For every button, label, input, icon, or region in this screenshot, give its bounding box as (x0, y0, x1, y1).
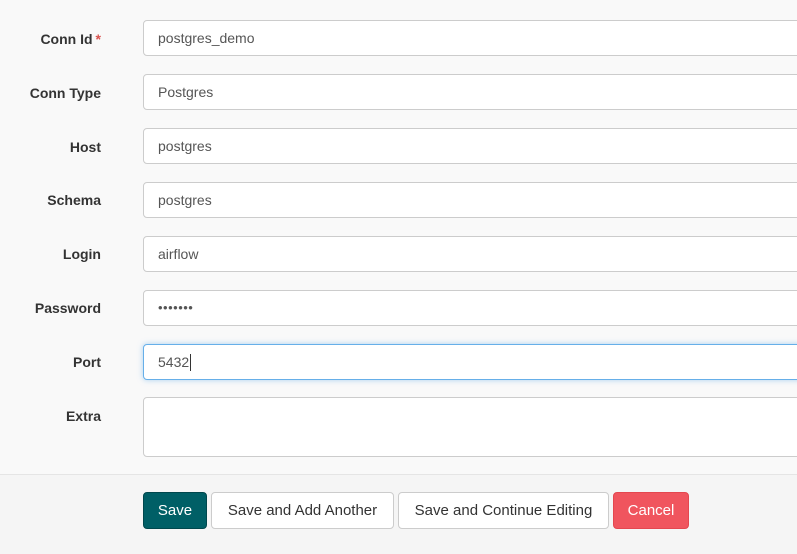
conn-type-select[interactable]: Postgres (143, 74, 797, 110)
host-value: postgres (158, 138, 212, 154)
login-input[interactable]: airflow (143, 236, 797, 272)
conn-type-value: Postgres (158, 84, 214, 100)
password-input[interactable]: ••••••• (143, 290, 797, 326)
password-value: ••••••• (158, 300, 194, 315)
conn-type-label: Conn Type (29, 85, 101, 101)
connection-form: Conn Id * postgres_demo Conn Type Postgre… (0, 0, 797, 474)
port-value: 5432 (158, 354, 190, 370)
extra-label: Extra (65, 408, 101, 424)
conn-id-label: Conn Id * (0, 29, 101, 49)
host-label: Host (69, 139, 101, 155)
extra-textarea[interactable] (143, 397, 797, 457)
conn-id-value: postgres_demo (158, 30, 255, 46)
port-input[interactable]: 5432 (143, 344, 797, 380)
login-label: Login (62, 246, 101, 262)
text-caret (190, 353, 192, 371)
required-mark: * (95, 31, 101, 47)
schema-label: Schema (47, 192, 101, 208)
save-and-continue-editing-button[interactable]: Save and Continue Editing (398, 492, 609, 529)
conn-id-input[interactable]: postgres_demo (143, 20, 797, 56)
form-actions-bar: Save Save and Add Another Save and Conti… (0, 474, 797, 554)
login-value: airflow (158, 246, 199, 262)
cancel-button[interactable]: Cancel (613, 492, 689, 529)
conn-id-label-text: Conn Id (40, 31, 93, 47)
schema-value: postgres (158, 192, 212, 208)
save-button[interactable]: Save (143, 492, 207, 529)
save-and-add-another-button[interactable]: Save and Add Another (211, 492, 394, 529)
port-label: Port (73, 354, 101, 370)
schema-input[interactable]: postgres (143, 182, 797, 218)
password-label: Password (34, 300, 101, 316)
host-input[interactable]: postgres (143, 128, 797, 164)
